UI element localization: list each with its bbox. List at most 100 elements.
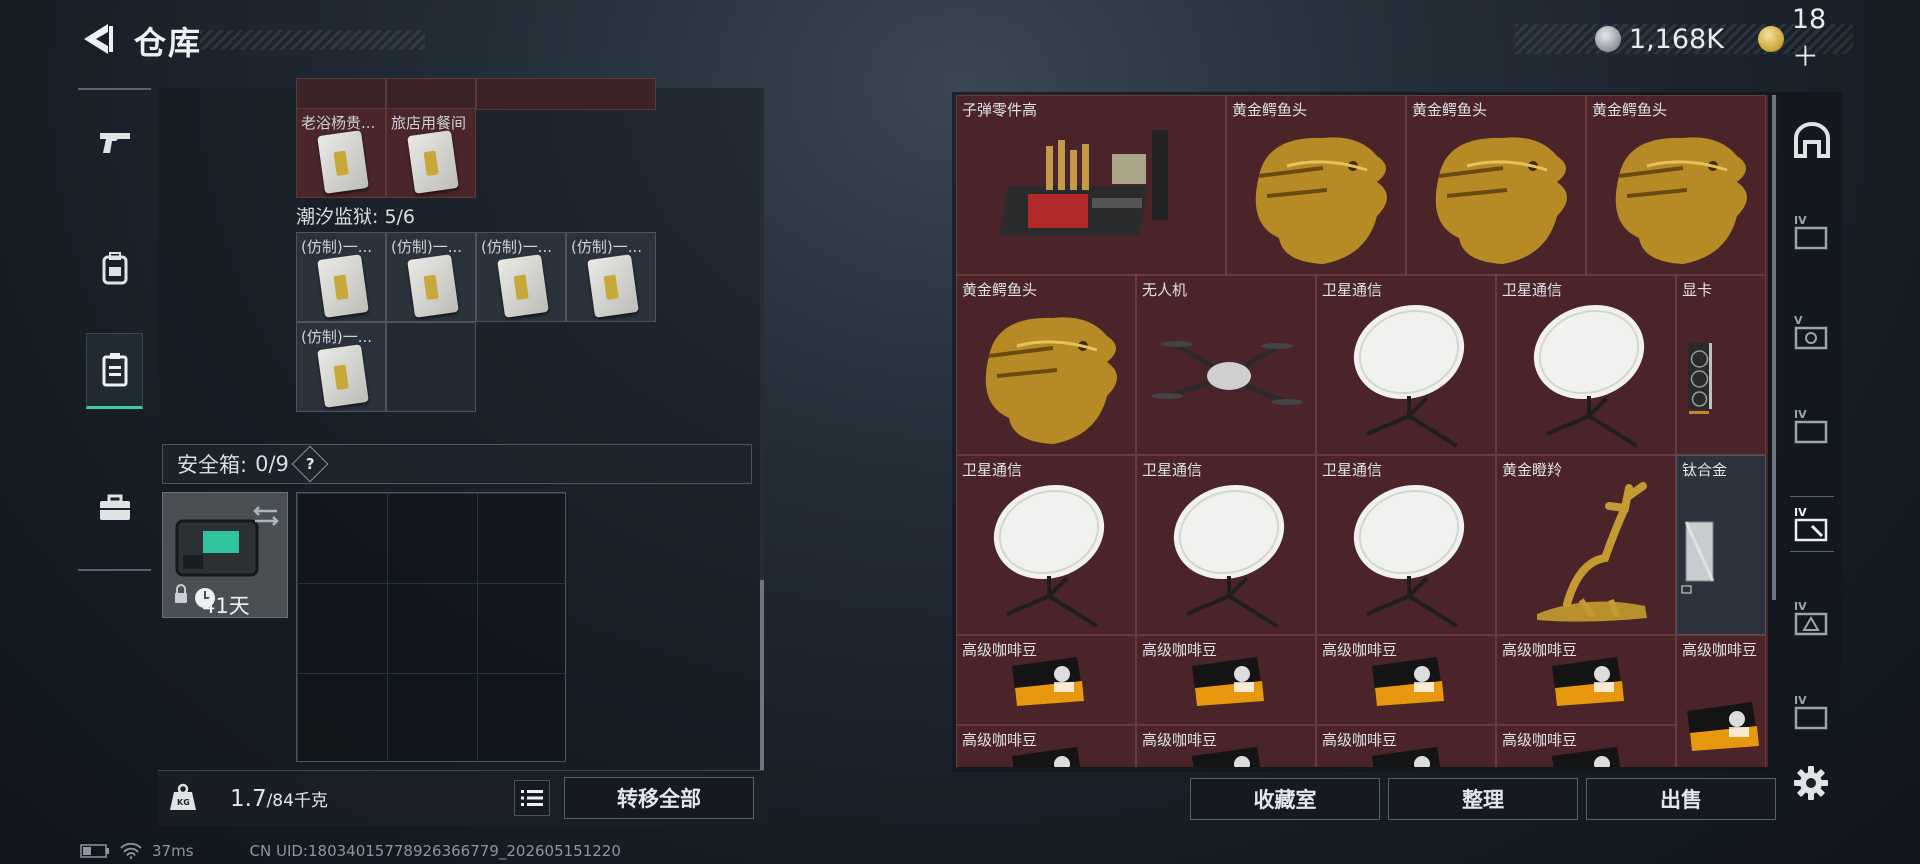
inventory-item[interactable]: 卫星通信 xyxy=(1136,455,1316,635)
stash-item-keycard[interactable]: 老浴杨贵... xyxy=(296,108,386,198)
inventory-item[interactable]: 无人机 xyxy=(1136,275,1316,455)
item-label: 高级咖啡豆 xyxy=(1502,731,1578,749)
golden-crocodile-head-icon xyxy=(1615,137,1747,264)
item-label: 卫星通信 xyxy=(962,461,1023,479)
inventory-item[interactable]: 黄金鳄鱼头 xyxy=(956,275,1136,455)
item-label: 高级咖啡豆 xyxy=(962,641,1038,659)
nav-level-iv-3[interactable]: IV xyxy=(1790,596,1834,640)
ping-readout: 37ms xyxy=(152,842,194,860)
graphics-card-icon xyxy=(1688,343,1712,414)
item-label: 高级咖啡豆 xyxy=(1502,641,1578,659)
nav-level-v[interactable]: V xyxy=(1790,310,1834,354)
stash-item-keycard[interactable]: (仿制)一... xyxy=(386,232,476,322)
weight-limit: /84千克 xyxy=(266,791,328,811)
nav-equipment[interactable] xyxy=(86,230,143,306)
status-bar: 37ms CN UID:18034015778926366779_2026051… xyxy=(80,842,621,860)
item-label: 旅店用餐间 xyxy=(391,114,467,132)
folder-tier-icon: IV xyxy=(1794,694,1828,730)
inventory-item[interactable]: 黄金鳄鱼头 xyxy=(1226,95,1406,275)
right-nav: IV V IV IV IV IV xyxy=(1780,92,1842,772)
item-label: (仿制)一... xyxy=(481,238,553,256)
inventory-item[interactable]: 黄金鳄鱼头 xyxy=(1406,95,1586,275)
stash-item-keycard[interactable]: (仿制)一... xyxy=(296,322,386,412)
inventory-item[interactable]: 卫星通信 xyxy=(1496,275,1676,455)
keycard-icon xyxy=(317,130,369,194)
inventory-item[interactable]: 黄金鳄鱼头 xyxy=(1586,95,1766,275)
inventory-item[interactable]: 高级咖啡豆 xyxy=(1316,635,1496,725)
item-label: 卫星通信 xyxy=(1502,281,1563,299)
item-label: (仿制)一... xyxy=(301,238,373,256)
item-label: 高级咖啡豆 xyxy=(1682,641,1758,659)
battery-icon xyxy=(80,844,109,858)
stash-item-keycard[interactable]: (仿制)一... xyxy=(476,232,566,322)
bunker-icon xyxy=(1794,122,1830,158)
token-amount[interactable]: 18＋ xyxy=(1792,4,1853,74)
nav-level-iv[interactable]: IV xyxy=(1790,210,1834,254)
ammo-parts-crate-icon xyxy=(999,130,1168,236)
stash-item-keycard[interactable]: (仿制)一... xyxy=(296,232,386,322)
item-label: 高级咖啡豆 xyxy=(962,731,1038,749)
stash-item-keycard[interactable]: (仿制)一... xyxy=(566,232,656,322)
help-label: ? xyxy=(305,454,315,473)
nav-storage[interactable] xyxy=(86,333,143,409)
sort-button[interactable]: 整理 xyxy=(1388,778,1578,820)
inventory-item[interactable]: 高级咖啡豆 xyxy=(1496,635,1676,725)
settings-gear-icon[interactable] xyxy=(1792,764,1830,802)
nav-level-iv-active[interactable]: IV xyxy=(1790,496,1834,552)
weight-icon: KG xyxy=(170,783,196,810)
inventory-item[interactable]: 显卡 xyxy=(1676,275,1766,455)
inventory-item[interactable]: 卫星通信 xyxy=(1316,275,1496,455)
inventory-item[interactable]: 钛合金 xyxy=(1676,455,1766,635)
empty-slot[interactable] xyxy=(386,322,476,412)
partial-row xyxy=(476,78,656,110)
inventory-item[interactable]: 高级咖啡豆 xyxy=(1136,635,1316,725)
item-label: 无人机 xyxy=(1142,281,1188,299)
weight-readout: 1.7/84千克 xyxy=(230,786,328,812)
inventory-item[interactable]: 高级咖啡豆 xyxy=(956,635,1136,725)
item-label: 黄金瞪羚 xyxy=(1502,461,1563,479)
satellite-dish-icon xyxy=(1533,304,1645,448)
item-label: 老浴杨贵... xyxy=(301,114,376,132)
sell-button[interactable]: 出售 xyxy=(1586,778,1776,820)
safe-box-grid[interactable] xyxy=(296,492,566,762)
nav-level-iv-4[interactable]: IV xyxy=(1790,690,1834,734)
inventory-item[interactable]: 高级咖啡豆 xyxy=(1136,725,1316,767)
back-arrow-icon[interactable] xyxy=(78,20,114,58)
inventory-item[interactable]: 黄金瞪羚 xyxy=(1496,455,1676,635)
wifi-icon xyxy=(120,843,142,859)
inventory-item[interactable]: 高级咖啡豆 xyxy=(1316,725,1496,767)
tier-label: IV xyxy=(1794,600,1807,613)
item-label: 高级咖啡豆 xyxy=(1142,641,1218,659)
safe-box-count: 0/9 xyxy=(255,452,289,476)
tier-label: V xyxy=(1794,314,1803,327)
stash-item-keycard[interactable]: 旅店用餐间 xyxy=(386,108,476,198)
nav-toolbox[interactable] xyxy=(86,470,143,546)
satellite-dish-icon xyxy=(1353,304,1465,448)
golden-crocodile-head-icon xyxy=(1255,137,1387,264)
list-icon xyxy=(521,790,543,806)
item-label: 高级咖啡豆 xyxy=(1322,731,1398,749)
inventory-item[interactable]: 卫星通信 xyxy=(956,455,1136,635)
nav-weapons[interactable] xyxy=(86,104,143,180)
inventory-item[interactable]: 高级咖啡豆 xyxy=(1496,725,1676,767)
list-view-button[interactable] xyxy=(514,780,550,816)
golden-crocodile-head-icon xyxy=(1435,137,1567,264)
satellite-dish-icon xyxy=(1173,484,1285,628)
uid-readout: CN UID:18034015778926366779_202605151220 xyxy=(249,842,621,860)
help-icon[interactable]: ? xyxy=(291,445,329,483)
inventory-scrollbar[interactable] xyxy=(1772,95,1776,600)
folder-tier-icon: IV xyxy=(1794,408,1828,444)
keycard-icon xyxy=(587,254,639,318)
collection-room-button[interactable]: 收藏室 xyxy=(1190,778,1380,820)
nav-level-iv-2[interactable]: IV xyxy=(1790,404,1834,448)
transfer-all-button[interactable]: 转移全部 xyxy=(564,777,754,819)
inventory-item[interactable]: 高级咖啡豆 xyxy=(956,725,1136,767)
gold-token-icon[interactable] xyxy=(1757,26,1784,52)
stash-scrollbar-thumb[interactable] xyxy=(760,580,764,770)
item-label: (仿制)一... xyxy=(571,238,643,256)
pistol-icon xyxy=(99,133,130,153)
nav-home[interactable] xyxy=(1790,118,1834,162)
inventory-item[interactable]: 高级咖啡豆 xyxy=(1676,635,1766,767)
inventory-item[interactable]: 卫星通信 xyxy=(1316,455,1496,635)
inventory-item[interactable]: 子弹零件高 xyxy=(956,95,1226,275)
